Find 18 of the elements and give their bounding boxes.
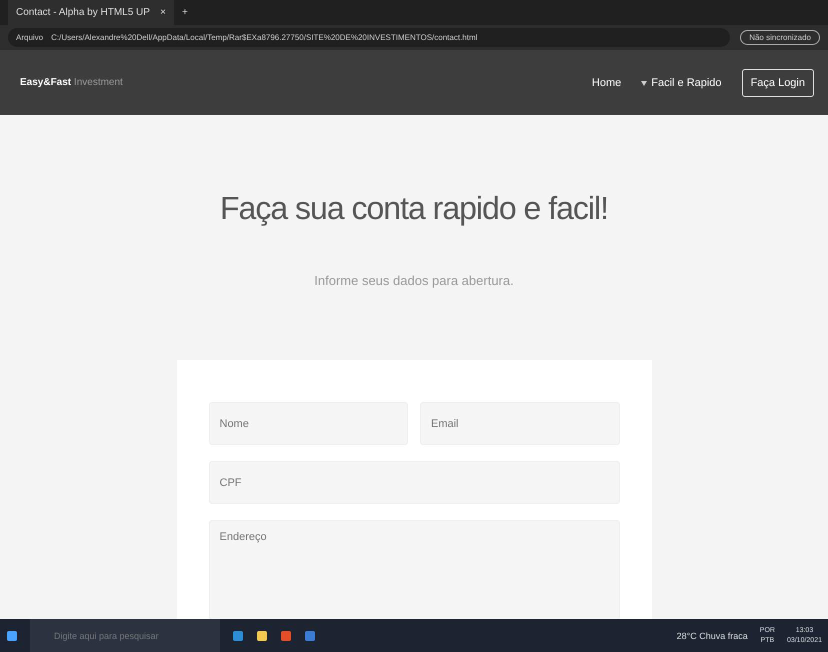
login-button[interactable]: Faça Login [742, 68, 814, 96]
address-bar[interactable]: Arquivo C:/Users/Alexandre%20Dell/AppData/Local/Temp/Rar$EXa8796.27750/SITE%20DE%20INVESTIMENTOS/contact.html [8, 28, 730, 47]
caret-icon [641, 80, 648, 86]
site-logo[interactable]: Easy&Fast Investment [20, 77, 572, 88]
page-title: Faça sua conta rapido e facil! [220, 190, 608, 227]
browser-tab[interactable]: Contact - Alpha by HTML5 UP × [8, 0, 174, 25]
nav-link[interactable]: Home [592, 76, 622, 88]
input-field[interactable]: Endereço [208, 520, 620, 619]
input-field[interactable]: Nome [208, 402, 408, 445]
nav-link[interactable]: Facil e Rapido [641, 76, 722, 88]
search-field[interactable]: Digite aqui para pesquisar [30, 619, 220, 652]
subtitle: Informe seus dados para abertura. [314, 273, 514, 288]
close-icon[interactable]: × [160, 7, 166, 18]
weather-text[interactable]: 28°C Chuva fraca [676, 630, 748, 640]
input-field[interactable]: Email [420, 402, 620, 445]
new-tab-button[interactable]: + [182, 7, 188, 18]
input-field[interactable]: CPF [208, 461, 620, 504]
profile-button[interactable]: Não sincronizado [740, 30, 820, 45]
